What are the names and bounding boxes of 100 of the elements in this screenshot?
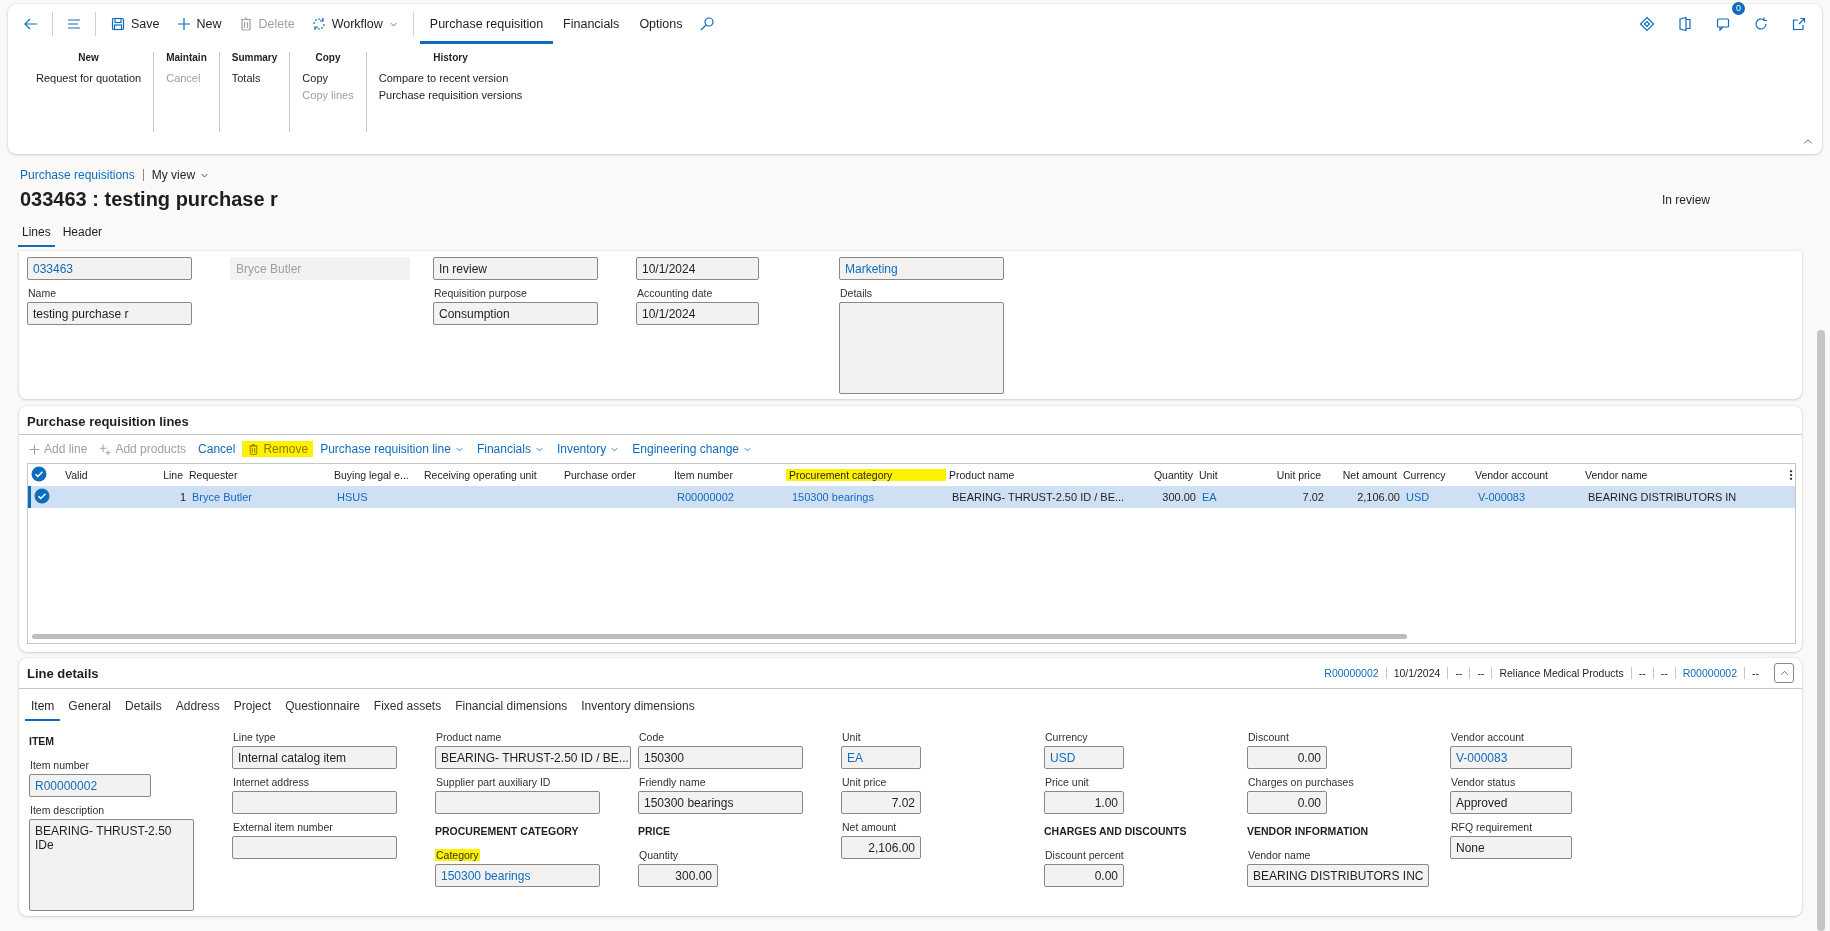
input-field[interactable]: 150300 bearings [638, 791, 803, 814]
field-label: Quantity [638, 849, 680, 861]
text-area[interactable] [839, 302, 1004, 394]
toolbar-button[interactable]: Engineering change [627, 441, 759, 457]
input-field[interactable]: 10/1/2024 [636, 302, 759, 325]
input-field[interactable]: BEARING DISTRIBUTORS INC [1247, 864, 1430, 887]
command-button[interactable]: New [167, 9, 230, 39]
field-label: Item number [29, 759, 90, 771]
group-title: Copy [314, 52, 342, 63]
field-label: Price unit [1044, 776, 1090, 788]
detail-tab[interactable]: Questionnaire [279, 695, 366, 721]
table-cell[interactable]: HSUS [334, 491, 424, 503]
input-field[interactable]: 300.00 [638, 864, 718, 887]
input-field[interactable] [435, 791, 600, 814]
breadcrumb-link[interactable]: Purchase requisitions [20, 168, 135, 182]
column-header[interactable]: Unit price [1258, 469, 1324, 481]
input-field[interactable]: 0.00 [1044, 864, 1124, 887]
input-field[interactable]: R00000002 [29, 774, 151, 797]
detail-tab[interactable]: Inventory dimensions [575, 695, 701, 721]
ribbon-tab[interactable]: Options [629, 4, 693, 44]
input-field[interactable]: V-000083 [1450, 746, 1572, 769]
column-header[interactable]: Procurement category [786, 469, 946, 481]
column-header[interactable]: Requester [186, 469, 331, 481]
detail-tab[interactable]: Item [25, 695, 61, 721]
table-cell[interactable]: USD [1403, 491, 1475, 503]
detail-tab[interactable]: Project [227, 695, 278, 721]
input-field[interactable] [232, 791, 397, 814]
input-field[interactable]: 10/1/2024 [636, 257, 759, 280]
text-area[interactable]: BEARING- THRUST-2.50 IDe [29, 819, 194, 911]
column-header[interactable]: Item number [671, 469, 786, 481]
view-selector[interactable]: My view [151, 168, 211, 182]
command-button[interactable]: Save [102, 9, 168, 39]
ribbon-tab[interactable]: Purchase requisition [419, 4, 554, 44]
input-field[interactable]: Marketing [839, 257, 1004, 280]
ribbon-command[interactable]: Copy [302, 72, 354, 84]
input-field[interactable]: None [1450, 836, 1572, 859]
page-tab[interactable]: Lines [18, 221, 55, 247]
detail-tab[interactable]: Fixed assets [367, 695, 448, 721]
ribbon-command[interactable]: Totals [231, 72, 278, 84]
input-field[interactable]: Consumption [433, 302, 598, 325]
ribbon-command[interactable]: Compare to recent version [378, 72, 523, 84]
input-field[interactable]: 0.00 [1247, 746, 1327, 769]
input-field[interactable]: 150300 [638, 746, 803, 769]
scrollbar[interactable] [1817, 330, 1825, 931]
select-all-checkbox[interactable] [31, 466, 47, 482]
toolbar-button[interactable]: Inventory [551, 441, 626, 457]
detail-tab[interactable]: Details [119, 695, 168, 721]
detail-tab[interactable]: Financial dimensions [449, 695, 574, 721]
toolbar-button[interactable]: Remove [242, 441, 314, 457]
input-field[interactable]: 2,106.00 [841, 836, 921, 859]
ribbon-command[interactable]: Request for quotation [36, 72, 142, 84]
column-header[interactable]: Vendor account [1472, 469, 1582, 481]
column-header[interactable]: Vendor name [1582, 469, 1782, 481]
detail-tab[interactable]: Address [169, 695, 226, 721]
input-field[interactable]: EA [841, 746, 921, 769]
input-field[interactable] [232, 836, 397, 859]
column-header[interactable]: Product name [946, 469, 1136, 481]
detail-tab[interactable]: General [62, 695, 118, 721]
input-field[interactable]: Internal catalog item [232, 746, 397, 769]
input-field[interactable]: In review [433, 257, 598, 280]
column-header[interactable]: Quantity [1136, 469, 1196, 481]
summary-value[interactable]: R00000002 [1317, 667, 1386, 679]
collapse-button[interactable] [1774, 663, 1794, 683]
column-header[interactable]: Buying legal e... [331, 469, 421, 481]
ribbon-command[interactable]: Purchase requisition versions [378, 89, 523, 101]
column-header[interactable]: Unit [1196, 469, 1258, 481]
summary-value: 10/1/2024 [1385, 667, 1448, 679]
ribbon-tab[interactable]: Financials [553, 4, 630, 44]
grid-row[interactable]: 1 Bryce Butler HSUS R00000002 150300 bearings BEARING- THRUST-2.50 ID / BE... 300.00 EA 7.02 2,106.00 USD V-000083 BEARING DISTRIBUTORS IN [28, 486, 1795, 508]
input-field[interactable]: USD [1044, 746, 1124, 769]
input-field[interactable]: Approved [1450, 791, 1572, 814]
table-cell[interactable]: R00000002 [674, 491, 789, 503]
input-field[interactable]: 0.00 [1247, 791, 1327, 814]
command-button[interactable]: Workflow [302, 9, 407, 39]
column-header[interactable]: Purchase order [561, 469, 671, 481]
toolbar-button[interactable]: Cancel [193, 441, 241, 457]
group-title: Summary [231, 52, 278, 63]
table-cell[interactable]: Bryce Butler [189, 491, 334, 503]
input-field[interactable]: BEARING- THRUST-2.50 ID / BE... [435, 746, 631, 769]
column-header[interactable]: Net amount [1324, 469, 1400, 481]
column-header[interactable]: Currency [1400, 469, 1472, 481]
page-tab[interactable]: Header [58, 221, 107, 247]
summary-value: -- [1652, 667, 1675, 679]
input-field[interactable]: 1.00 [1044, 791, 1124, 814]
column-header[interactable]: Receiving operating unit [421, 469, 561, 481]
toolbar-button[interactable]: Financials [471, 441, 550, 457]
scrollbar[interactable] [32, 634, 1407, 639]
table-cell[interactable]: V-000083 [1475, 491, 1585, 503]
summary-value: -- [1744, 667, 1766, 679]
summary-value[interactable]: R00000002 [1674, 667, 1744, 679]
table-cell[interactable]: 150300 bearings [789, 491, 949, 503]
toolbar-button[interactable]: Purchase requisition line [315, 441, 470, 457]
column-header[interactable]: Valid [62, 469, 152, 481]
row-checkbox[interactable] [34, 487, 50, 504]
input-field[interactable]: testing purchase r [27, 302, 192, 325]
input-field[interactable]: 7.02 [841, 791, 921, 814]
input-field[interactable]: 150300 bearings [435, 864, 600, 887]
table-cell[interactable]: EA [1199, 491, 1261, 503]
column-header[interactable]: Line [152, 469, 186, 481]
input-field[interactable]: 033463 [27, 257, 192, 280]
